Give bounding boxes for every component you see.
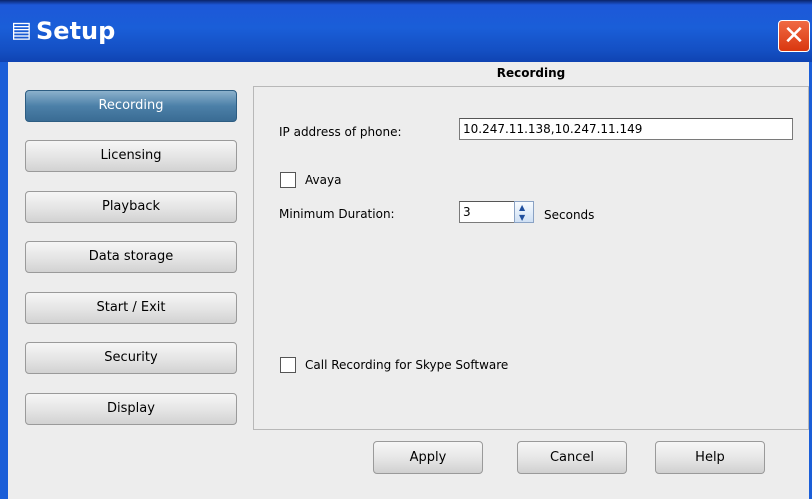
setup-window: ▤ Setup ✕ Recording Licensing Playback D… <box>0 0 812 499</box>
nav-playback-button[interactable]: Playback <box>25 191 237 223</box>
minimum-duration-label: Minimum Duration: <box>279 207 395 221</box>
close-icon: ✕ <box>783 21 805 51</box>
ip-address-field[interactable]: 10.247.11.138,10.247.11.149 <box>459 118 793 140</box>
spin-up-icon[interactable]: ▲ <box>519 203 525 212</box>
section-title: Recording <box>496 66 566 80</box>
skype-recording-checkbox[interactable] <box>280 357 296 373</box>
nav-recording-button[interactable]: Recording <box>25 90 237 122</box>
nav-start-exit-button[interactable]: Start / Exit <box>25 292 237 324</box>
window-title: Setup <box>36 17 116 45</box>
seconds-unit-label: Seconds <box>544 208 595 222</box>
apply-button[interactable]: Apply <box>373 441 483 474</box>
skype-recording-label: Call Recording for Skype Software <box>305 358 509 372</box>
setup-icon: ▤ <box>11 18 32 43</box>
avaya-checkbox[interactable] <box>280 172 296 188</box>
nav-security-button[interactable]: Security <box>25 342 237 374</box>
title-bar: ▤ Setup ✕ <box>0 0 812 62</box>
nav-data-storage-button[interactable]: Data storage <box>25 241 237 273</box>
avaya-label: Avaya <box>305 173 342 187</box>
duration-spinner[interactable]: ▲ ▼ <box>514 201 534 223</box>
nav-licensing-button[interactable]: Licensing <box>25 140 237 172</box>
help-button[interactable]: Help <box>655 441 765 474</box>
cancel-button[interactable]: Cancel <box>517 441 627 474</box>
window-border-left <box>0 62 8 499</box>
nav-display-button[interactable]: Display <box>25 393 237 425</box>
minimum-duration-field[interactable]: 3 <box>459 201 515 223</box>
spin-down-icon[interactable]: ▼ <box>519 213 525 222</box>
ip-address-label: IP address of phone: <box>279 125 402 139</box>
close-button[interactable]: ✕ <box>778 20 810 52</box>
